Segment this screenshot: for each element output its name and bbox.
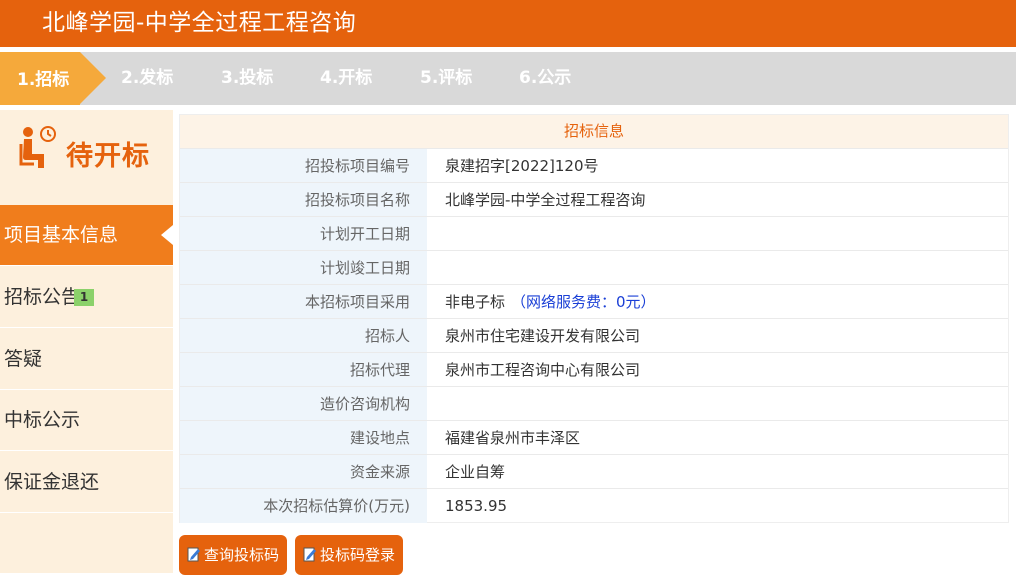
row-key-text: 资金来源: [349, 463, 410, 481]
step-3[interactable]: 3.投标: [221, 52, 273, 105]
table-row: 招标代理 泉州市工程咨询中心有限公司: [180, 352, 1008, 387]
step-6[interactable]: 6.公示: [519, 52, 571, 105]
row-value: 企业自筹: [445, 463, 506, 481]
row-value-text: 非电子标: [445, 293, 506, 311]
step-4[interactable]: 4.开标: [320, 52, 372, 105]
table-row: 计划竣工日期: [180, 250, 1008, 285]
table-row: 招投标项目名称 北峰学园-中学全过程工程咨询: [180, 182, 1008, 217]
row-key: 造价咨询机构: [180, 387, 427, 421]
count-badge: 1: [74, 289, 94, 306]
row-value: 泉州市工程咨询中心有限公司: [445, 361, 641, 379]
row-key: 资金来源: [180, 455, 427, 489]
sidebar-item-label: 中标公示: [4, 409, 81, 431]
row-key-text: 招投标项目名称: [304, 191, 410, 209]
sidebar-item-announcement[interactable]: 招标公告 1: [0, 267, 173, 328]
row-value: 1853.95: [445, 497, 508, 515]
waiting-person-icon: [19, 126, 56, 168]
sidebar-item-label: 保证金退还: [4, 471, 100, 493]
row-key: 计划开工日期: [180, 217, 427, 251]
row-value: 非电子标 （网络服务费：0元）: [445, 285, 656, 319]
row-key: 计划竣工日期: [180, 251, 427, 285]
table-row: 资金来源 企业自筹: [180, 454, 1008, 489]
panel-title: 招标信息: [180, 115, 1008, 148]
row-key-text: 招投标项目编号: [304, 157, 410, 175]
step-label: 5.评标: [420, 68, 473, 88]
table-row: 招投标项目编号 泉建招字[2022]120号: [180, 148, 1008, 183]
row-key-text: 本次招标估算价(万元): [263, 497, 410, 515]
row-key-text: 造价咨询机构: [319, 395, 410, 413]
step-1[interactable]: 1.招标: [0, 52, 106, 105]
step-label: 4.开标: [320, 68, 373, 88]
sidebar-item-label: 招标公告: [4, 286, 81, 308]
step-label: 3.投标: [221, 68, 274, 88]
service-fee-note: （网络服务费：0元）: [511, 293, 656, 311]
row-key: 建设地点: [180, 421, 427, 455]
sidebar-item-winner[interactable]: 中标公示: [0, 390, 173, 451]
row-key: 招投标项目编号: [180, 149, 427, 183]
title-bar: 北峰学园-中学全过程工程咨询: [0, 0, 1016, 47]
query-bid-code-button[interactable]: 查询投标码: [179, 535, 288, 575]
row-key-text: 本招标项目采用: [304, 293, 410, 311]
step-arrow: [80, 52, 106, 104]
step-2[interactable]: 2.发标: [121, 52, 173, 105]
sidebar-item-label: 项目基本信息: [4, 224, 119, 246]
sidebar-item-qa[interactable]: 答疑: [0, 329, 173, 390]
button-label: 查询投标码: [204, 546, 280, 564]
table-row: 建设地点 福建省泉州市丰泽区: [180, 420, 1008, 455]
button-label: 投标码登录: [320, 546, 396, 564]
table-row: 造价咨询机构: [180, 386, 1008, 421]
row-key-text: 建设地点: [349, 429, 410, 447]
step-label: 6.公示: [519, 68, 572, 88]
row-key: 招标人: [180, 319, 427, 353]
row-value: 泉建招字[2022]120号: [445, 157, 599, 175]
row-key-text: 招标人: [364, 327, 410, 345]
edit-icon: [187, 547, 200, 561]
page-title: 北峰学园-中学全过程工程咨询: [42, 10, 357, 36]
row-key-text: 计划开工日期: [319, 225, 410, 243]
status-label: 待开标: [66, 141, 150, 172]
row-key: 招标代理: [180, 353, 427, 387]
table-row: 本次招标估算价(万元) 1853.95: [180, 488, 1008, 523]
edit-icon: [303, 547, 316, 561]
sidebar: 待开标 项目基本信息 招标公告 1 答疑 中标公示 保证金退还: [0, 110, 173, 573]
row-value: 福建省泉州市丰泽区: [445, 429, 581, 447]
status-box: 待开标: [0, 110, 173, 192]
row-key-text: 招标代理: [349, 361, 410, 379]
step-label: 1.招标: [17, 70, 70, 90]
row-key: 招投标项目名称: [180, 183, 427, 217]
step-progress-bar: 1.招标 2.发标 3.投标 4.开标 5.评标 6.公示: [0, 52, 1016, 105]
sidebar-item-basic-info[interactable]: 项目基本信息: [0, 205, 173, 266]
step-label: 2.发标: [121, 68, 174, 88]
row-key: 本次招标估算价(万元): [180, 489, 427, 523]
sidebar-item-deposit-refund[interactable]: 保证金退还: [0, 452, 173, 513]
row-value: 北峰学园-中学全过程工程咨询: [445, 191, 646, 209]
step-5[interactable]: 5.评标: [420, 52, 472, 105]
table-row: 招标人 泉州市住宅建设开发有限公司: [180, 318, 1008, 353]
bid-code-login-button[interactable]: 投标码登录: [295, 535, 404, 575]
row-key: 本招标项目采用: [180, 285, 427, 319]
table-row: 计划开工日期: [180, 216, 1008, 251]
table-row: 本招标项目采用 非电子标 （网络服务费：0元）: [180, 284, 1008, 319]
sidebar-item-label: 答疑: [4, 348, 43, 370]
row-value: 泉州市住宅建设开发有限公司: [445, 327, 641, 345]
tender-info-panel: 招标信息 招投标项目编号 泉建招字[2022]120号 招投标项目名称 北峰学园…: [179, 114, 1009, 523]
row-key-text: 计划竣工日期: [319, 259, 410, 277]
